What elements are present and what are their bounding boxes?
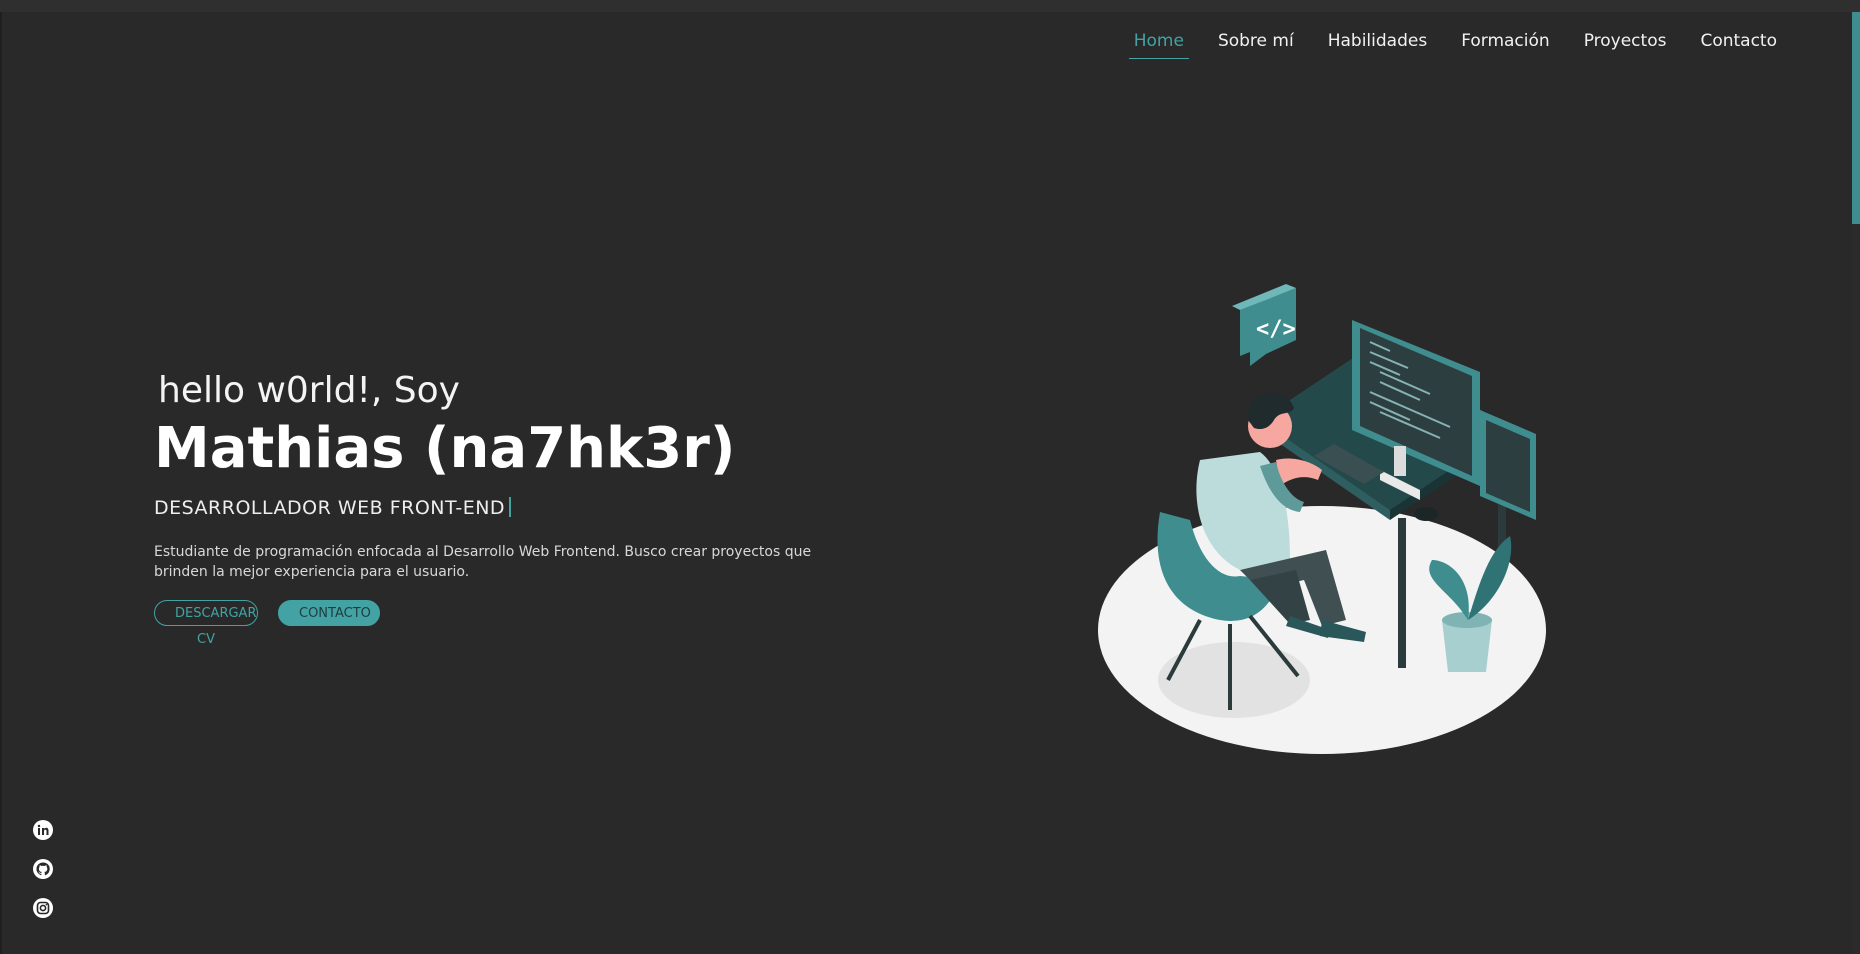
contact-button[interactable]: CONTACTO: [278, 600, 380, 626]
nav-sobre-mi[interactable]: Sobre mí: [1201, 28, 1311, 59]
window-top-strip: [0, 0, 1860, 12]
nav-formacion[interactable]: Formación: [1444, 28, 1567, 59]
nav-home[interactable]: Home: [1128, 28, 1189, 59]
typing-cursor: [509, 497, 512, 517]
developer-at-desk-illustration: </>: [1098, 284, 1546, 754]
hero-buttons: DESCARGAR CV CONTACTO: [154, 600, 854, 647]
window-left-edge: [0, 12, 2, 954]
code-bubble-text: </>: [1256, 317, 1296, 342]
github-icon[interactable]: [33, 859, 53, 879]
nav-proyectos[interactable]: Proyectos: [1567, 28, 1684, 59]
hero-role-line: DESARROLLADOR WEB FRONT-END: [154, 496, 854, 520]
instagram-icon[interactable]: [33, 898, 53, 918]
hero-role: DESARROLLADOR WEB FRONT-END: [154, 497, 506, 519]
social-links: [33, 820, 53, 918]
linkedin-icon[interactable]: [33, 820, 53, 840]
developer-illustration: </>: [1090, 280, 1570, 760]
hero-section: hello w0rld!, Soy Mathias (na7hk3r) DESA…: [154, 370, 854, 647]
nav-contacto[interactable]: Contacto: [1683, 28, 1794, 59]
hero-name: Mathias (na7hk3r): [154, 416, 736, 481]
main-navigation: Home Sobre mí Habilidades Formación Proy…: [1128, 28, 1794, 59]
scrollbar-thumb[interactable]: [1852, 12, 1860, 224]
nav-habilidades[interactable]: Habilidades: [1311, 28, 1444, 59]
hero-description: Estudiante de programación enfocada al D…: [154, 544, 812, 580]
hero-greeting: hello w0rld!, Soy: [158, 370, 460, 411]
download-cv-button[interactable]: DESCARGAR CV: [154, 600, 258, 647]
